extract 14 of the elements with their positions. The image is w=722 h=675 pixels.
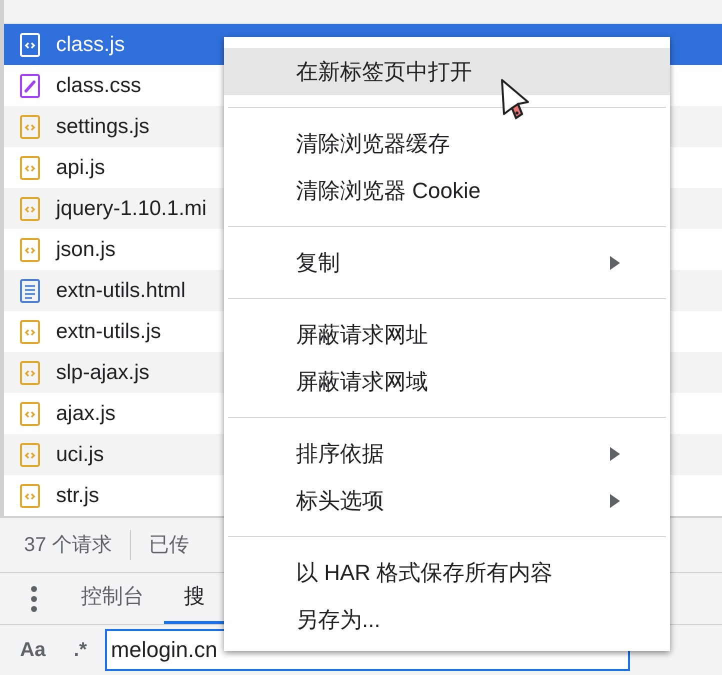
- file-name: ajax.js: [56, 400, 116, 427]
- file-name: class.css: [56, 72, 142, 99]
- file-name: settings.js: [56, 114, 150, 140]
- file-name: class.js: [56, 32, 125, 58]
- file-name: slp-ajax.js: [56, 360, 150, 386]
- file-name: extn-utils.js: [56, 318, 162, 345]
- request-count: 37 个请求: [24, 533, 112, 558]
- file-name: extn-utils.html: [56, 278, 186, 304]
- file-name: uci.js: [56, 442, 104, 468]
- file-name: api.js: [56, 154, 106, 181]
- transferred-size: 已传: [148, 533, 189, 558]
- file-name: json.js: [56, 236, 116, 263]
- file-name: str.js: [56, 482, 100, 509]
- file-name: jquery-1.10.1.mi: [56, 196, 207, 222]
